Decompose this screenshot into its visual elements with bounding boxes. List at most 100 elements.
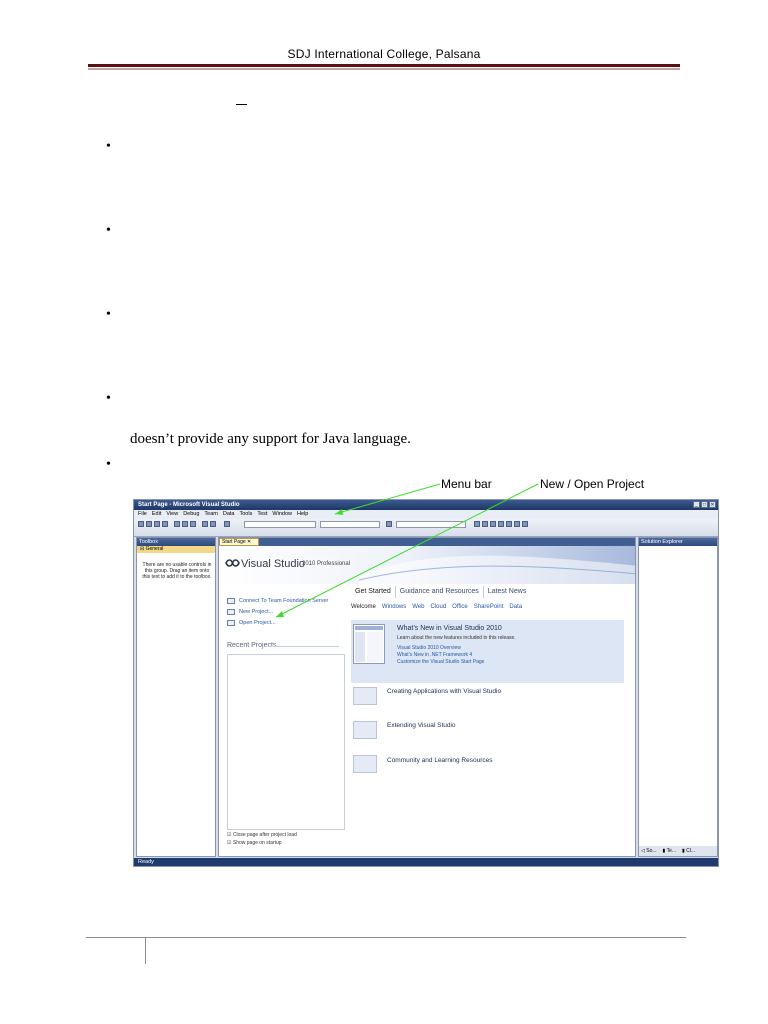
menu-help[interactable]: Help xyxy=(297,510,308,519)
menu-file[interactable]: File xyxy=(138,510,147,519)
start-links: Connect To Team Foundation Server New Pr… xyxy=(227,596,347,629)
connect-tfs-link[interactable]: Connect To Team Foundation Server xyxy=(227,596,347,607)
open-project-link[interactable]: Open Project... xyxy=(227,618,347,629)
menu-window[interactable]: Window xyxy=(272,510,292,519)
bullet-1: • xyxy=(106,139,111,154)
close-button[interactable]: ✕ xyxy=(709,501,716,508)
menu-debug[interactable]: Debug xyxy=(183,510,199,519)
new-project-icon xyxy=(227,609,235,615)
tab-get-started[interactable]: Get Started xyxy=(351,586,396,598)
whats-new-feature: What’s New in Visual Studio 2010 Learn a… xyxy=(351,620,624,683)
new-open-project-annotation: New / Open Project xyxy=(540,477,645,491)
subnav-data[interactable]: Data xyxy=(509,604,522,610)
extending-vs-link[interactable]: Extending Visual Studio xyxy=(387,722,456,729)
tab-guidance-resources[interactable]: Guidance and Resources xyxy=(396,586,484,598)
status-bar: Ready xyxy=(134,858,718,866)
properties-icon[interactable] xyxy=(482,521,488,527)
bullet-4: • xyxy=(106,391,111,406)
menu-view[interactable]: View xyxy=(166,510,178,519)
recent-projects-list[interactable] xyxy=(227,654,345,830)
extension-manager-icon[interactable] xyxy=(514,521,520,527)
visual-studio-logo: Visual Studio xyxy=(241,558,306,570)
start-page-tabs: Get Started Guidance and Resources Lates… xyxy=(351,586,530,598)
header-rule xyxy=(88,64,680,67)
undo-icon[interactable] xyxy=(202,521,208,527)
solution-explorer-title[interactable]: Solution Explorer xyxy=(639,538,717,546)
footer-divider xyxy=(145,938,146,964)
community-resources-link[interactable]: Community and Learning Resources xyxy=(387,757,493,764)
community-resources-thumbnail xyxy=(353,755,377,773)
visual-studio-screenshot: Start Page - Microsoft Visual Studio _ □… xyxy=(133,499,719,867)
menu-data[interactable]: Data xyxy=(223,510,235,519)
page-header: SDJ International College, Palsana xyxy=(287,47,481,61)
new-project-label: New Project... xyxy=(239,609,274,615)
get-started-subnav: Welcome Windows Web Cloud Office SharePo… xyxy=(351,604,522,610)
minimize-button[interactable]: _ xyxy=(693,501,700,508)
tab-solution-explorer[interactable]: ◁ So... xyxy=(641,846,657,856)
extending-vs-thumbnail xyxy=(353,721,377,739)
menu-edit[interactable]: Edit xyxy=(152,510,161,519)
toolbar xyxy=(134,519,718,537)
solution-explorer-icon[interactable] xyxy=(474,521,480,527)
menu-bar-annotation: Menu bar xyxy=(441,477,492,491)
connect-tfs-label: Connect To Team Foundation Server xyxy=(239,598,329,604)
banner-wave xyxy=(359,555,635,584)
open-file-icon[interactable] xyxy=(146,521,152,527)
subnav-web[interactable]: Web xyxy=(412,604,424,610)
show-on-startup-checkbox[interactable]: ☑ Show page on startup xyxy=(227,840,282,846)
menu-bar: File Edit View Debug Team Data Tools Tes… xyxy=(134,510,718,519)
tab-latest-news[interactable]: Latest News xyxy=(484,586,531,598)
tab-start-page[interactable]: Start Page ✕ xyxy=(219,538,259,546)
bullet-2: • xyxy=(106,223,111,238)
new-project-link[interactable]: New Project... xyxy=(227,607,347,618)
copy-icon[interactable] xyxy=(182,521,188,527)
subnav-cloud[interactable]: Cloud xyxy=(430,604,446,610)
open-project-icon xyxy=(227,620,235,626)
subnav-welcome[interactable]: Welcome xyxy=(351,604,376,610)
whats-new-net-link[interactable]: What’s New in .NET Framework 4 xyxy=(397,652,472,658)
paste-icon[interactable] xyxy=(190,521,196,527)
body-text: doesn’t provide any support for Java lan… xyxy=(130,431,411,447)
visual-studio-edition: 2010 Professional xyxy=(302,561,351,567)
save-all-icon[interactable] xyxy=(162,521,168,527)
menu-test[interactable]: Test xyxy=(257,510,267,519)
visual-studio-logo-icon xyxy=(225,559,240,567)
close-after-load-checkbox[interactable]: ☑ Close page after project load xyxy=(227,832,297,838)
start-debug-icon[interactable] xyxy=(224,521,230,527)
save-icon[interactable] xyxy=(154,521,160,527)
toolbox-icon[interactable] xyxy=(498,521,504,527)
window-title: Start Page - Microsoft Visual Studio xyxy=(134,500,718,510)
find-icon[interactable] xyxy=(386,521,392,527)
toolbox-general-group[interactable]: ⊟ General xyxy=(137,546,215,553)
creating-applications-link[interactable]: Creating Applications with Visual Studio xyxy=(387,688,501,695)
customize-start-page-link[interactable]: Customize the Visual Studio Start Page xyxy=(397,659,484,665)
find-input[interactable] xyxy=(396,521,466,528)
redo-icon[interactable] xyxy=(210,521,216,527)
toolbox-panel: Toolbox ⊟ General There are no usable co… xyxy=(136,537,216,857)
subnav-sharepoint[interactable]: SharePoint xyxy=(474,604,504,610)
subnav-office[interactable]: Office xyxy=(452,604,468,610)
start-page-document: Start Page ✕ Visual Studio 2010 Professi… xyxy=(218,537,636,857)
whats-new-description: Learn about the new features included in… xyxy=(397,635,516,641)
subnav-windows[interactable]: Windows xyxy=(382,604,406,610)
tab-class-view[interactable]: ▮ Cl... xyxy=(682,846,695,856)
platform-select[interactable] xyxy=(320,521,380,528)
maximize-button[interactable]: □ xyxy=(701,501,708,508)
underscore-mark xyxy=(236,104,247,105)
new-file-icon[interactable] xyxy=(138,521,144,527)
tab-team-explorer[interactable]: ▮ Te... xyxy=(663,846,677,856)
window-buttons: _ □ ✕ xyxy=(693,501,716,508)
solution-explorer-tabs: ◁ So... ▮ Te... ▮ Cl... xyxy=(639,846,717,856)
vs-overview-link[interactable]: Visual Studio 2010 Overview xyxy=(397,645,461,651)
cut-icon[interactable] xyxy=(174,521,180,527)
toolbox-empty-message: There are no usable controls in this gro… xyxy=(142,562,212,580)
menu-team[interactable]: Team xyxy=(204,510,217,519)
toolbox-title[interactable]: Toolbox xyxy=(137,538,215,546)
bullet-3: • xyxy=(106,307,111,322)
menu-tools[interactable]: Tools xyxy=(239,510,252,519)
object-browser-icon[interactable] xyxy=(490,521,496,527)
whats-new-title: What’s New in Visual Studio 2010 xyxy=(397,625,502,632)
configuration-select[interactable] xyxy=(244,521,316,528)
start-page-icon[interactable] xyxy=(506,521,512,527)
command-window-icon[interactable] xyxy=(522,521,528,527)
